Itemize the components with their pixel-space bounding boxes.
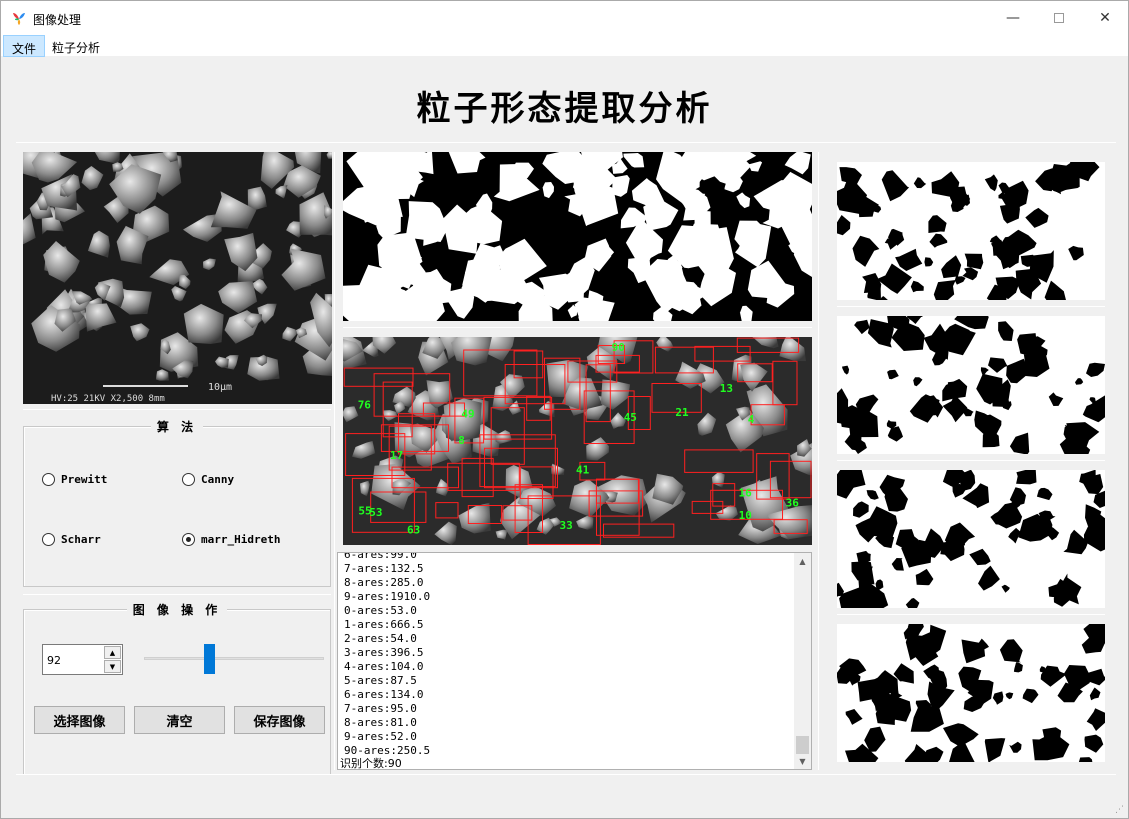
particle-id-label: 53 [369,506,382,519]
log-line: 6-ares:99.0 [344,552,417,561]
app-window: 图像处理 — ✕ 文件 粒子分析 粒子形态提取分析 10μm HV:25 21K… [0,0,1129,819]
app-logo-icon [13,13,25,25]
particle-id-label: 45 [624,411,637,424]
menu-bar: 文件 粒子分析 [1,35,1128,57]
clear-button[interactable]: 清空 [134,706,225,734]
particle-id-label: 49 [461,407,474,420]
spin-up-button[interactable]: ▲ [104,646,121,659]
menu-file[interactable]: 文件 [3,35,46,57]
minimize-button[interactable]: — [990,1,1036,35]
arrow-down-icon: ▼ [109,662,116,671]
radio-circle [42,473,55,486]
maximize-icon [1054,13,1064,23]
log-line: 0-ares:53.0 [344,604,417,617]
particle-id-label: 90 [612,341,625,354]
log-line: 9-ares:52.0 [344,730,417,743]
maximize-button[interactable] [1036,1,1082,35]
particle-id-label: 76 [358,399,372,412]
left-divider-2 [23,594,331,595]
scroll-down-icon[interactable]: ▼ [794,753,811,769]
log-line: 7-ares:132.5 [344,562,424,575]
close-icon: ✕ [1099,10,1111,26]
result-image-3 [837,470,1105,608]
bottom-divider [16,774,1116,775]
result-log[interactable]: 6-ares:99.0 7-ares:132.5 8-ares:285.0 9-are… [337,552,812,770]
radio-marr-hidreth[interactable]: marr_Hidreth [182,533,280,546]
log-line: 9-ares:1910.0 [344,590,431,603]
log-line: 4-ares:104.0 [344,660,424,673]
sem-info-label: HV:25 21KV X2,500 8mm [51,394,165,404]
menu-particle-analysis[interactable]: 粒子分析 [44,35,108,57]
particle-id-label: 33 [560,519,573,532]
threshold-value: 92 [47,654,61,667]
particle-id-label: 10 [739,509,752,522]
log-line: 7-ares:95.0 [344,702,417,715]
title-divider [16,142,1116,143]
log-line: 2-ares:54.0 [344,632,417,645]
particle-id-label: 16 [739,487,753,500]
threshold-spinbox[interactable]: 92 ▲ ▼ [42,644,123,675]
arrow-up-icon: ▲ [109,648,116,657]
log-lines: 6-ares:99.0 7-ares:132.5 8-ares:285.0 9-are… [344,552,431,758]
spin-down-button[interactable]: ▼ [104,660,121,673]
window-title: 图像处理 [33,13,82,27]
left-divider-1 [23,409,331,410]
algorithm-group-title: 算 法 [150,420,204,434]
particle-id-label: 8 [458,434,465,447]
threshold-slider[interactable] [144,657,324,660]
close-button[interactable]: ✕ [1082,1,1128,35]
log-line: 3-ares:396.5 [344,646,424,659]
save-image-button[interactable]: 保存图像 [234,706,325,734]
radio-circle-selected [182,533,195,546]
radio-scharr[interactable]: Scharr [42,533,101,546]
scroll-thumb[interactable] [796,736,809,754]
slider-handle[interactable] [204,644,215,674]
count-status: 识别个数:90 [340,757,402,770]
select-image-button[interactable]: 选择图像 [34,706,125,734]
particle-id-label: 21 [675,406,689,419]
divider-right [818,152,819,770]
result-image-1 [837,162,1105,300]
log-scrollbar[interactable]: ▲ ▼ [794,553,811,769]
sem-scale-label: 10μm [208,382,232,393]
particle-id-label: 17 [390,449,403,462]
particle-id-label: 63 [407,524,420,537]
log-line: 1-ares:666.5 [344,618,424,631]
particle-id-label: 4 [748,413,755,426]
scroll-up-icon[interactable]: ▲ [794,553,811,569]
algorithm-group: 算 法 Prewitt Canny Scharr marr_Hidreth [23,420,331,587]
radio-circle [42,533,55,546]
binary-image [343,152,812,321]
divider-left [334,152,335,770]
image-ops-group: 图 像 操 作 [23,603,331,774]
original-image-canvas: 10μm HV:25 21KV X2,500 8mm [23,152,332,404]
particle-id-label: 36 [786,497,800,510]
particle-id-label: 13 [720,382,733,395]
log-line: 8-ares:285.0 [344,576,424,589]
particle-id-label: 41 [576,463,590,476]
resize-grip-icon[interactable]: ⋰ [1115,805,1125,815]
log-line: 8-ares:81.0 [344,716,417,729]
minimize-icon: — [1006,10,1020,26]
log-line: 5-ares:87.5 [344,674,417,687]
binary-image-canvas [343,152,812,321]
image-ops-group-title: 图 像 操 作 [126,603,228,617]
center-divider [343,327,812,328]
page-title: 粒子形态提取分析 [416,89,713,129]
log-line: 6-ares:134.0 [344,688,424,701]
original-image: 10μm HV:25 21KV X2,500 8mm [23,152,332,404]
radio-canny[interactable]: Canny [182,473,234,486]
title-bar[interactable]: 图像处理 — ✕ [1,1,1128,35]
result-image-4 [837,624,1105,762]
detection-image: 90 17 63 55 49 45 36 21 16 13 10 8 4 76 53 41 33 [343,337,812,545]
detection-image-canvas: 9017635549 4536211613108476534133 [343,337,812,545]
result-image-2 [837,316,1105,454]
radio-prewitt[interactable]: Prewitt [42,473,107,486]
radio-circle [182,473,195,486]
